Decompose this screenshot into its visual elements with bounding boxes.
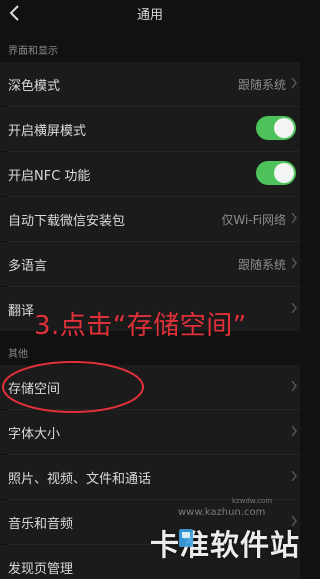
chevron-right-icon [291,77,297,89]
row-label: 多语言 [8,259,48,274]
row-label: 字体大小 [8,427,61,442]
chevron-right-icon [291,425,297,437]
row-label: 发现页管理 [8,562,74,577]
row-label: 音乐和音频 [8,517,74,532]
row-label: 深色模式 [8,79,61,94]
annotation-step-text: 3.点击“存储空间” [34,311,247,341]
chevron-right-icon [291,302,297,314]
toggle-knob [274,163,294,183]
chevron-right-icon [291,470,297,482]
landscape-toggle[interactable] [256,116,296,140]
row-label: 自动下载微信安装包 [8,214,126,229]
nav-header: 通用 [0,0,300,30]
row-label: 翻译 [8,304,35,319]
watermark-url: www.kazhun.com [178,507,266,518]
chevron-right-icon [291,380,297,392]
row-dark-mode[interactable]: 深色模式 跟随系统 [0,62,300,106]
row-value: 跟随系统 [237,78,286,92]
toggle-knob [274,118,294,138]
chevron-right-icon [291,257,297,269]
annotation-highlight-ellipse [2,361,144,413]
nfc-toggle[interactable] [256,161,296,185]
row-label: 开启横屏模式 [8,124,87,139]
watermark-text: 卡准软件站 [150,528,301,562]
row-label: 开启NFC 功能 [8,169,91,184]
section-label-display: 界面和显示 [8,46,58,57]
row-font-size[interactable]: 字体大小 [0,410,300,454]
page-title: 通用 [136,8,163,23]
row-label: 照片、视频、文件和通话 [8,472,152,487]
row-language[interactable]: 多语言 跟随系统 [0,242,300,286]
row-media-files[interactable]: 照片、视频、文件和通话 [0,455,300,499]
row-value: 仅Wi-Fi网络 [221,213,286,227]
watermark-logo-icon [179,529,193,547]
row-landscape-mode: 开启横屏模式 [0,107,300,151]
watermark-url-small: kzwdw.com [232,497,273,505]
row-auto-download[interactable]: 自动下载微信安装包 仅Wi-Fi网络 [0,197,300,241]
row-value: 跟随系统 [237,258,286,272]
row-nfc: 开启NFC 功能 [0,152,300,196]
chevron-right-icon [291,212,297,224]
